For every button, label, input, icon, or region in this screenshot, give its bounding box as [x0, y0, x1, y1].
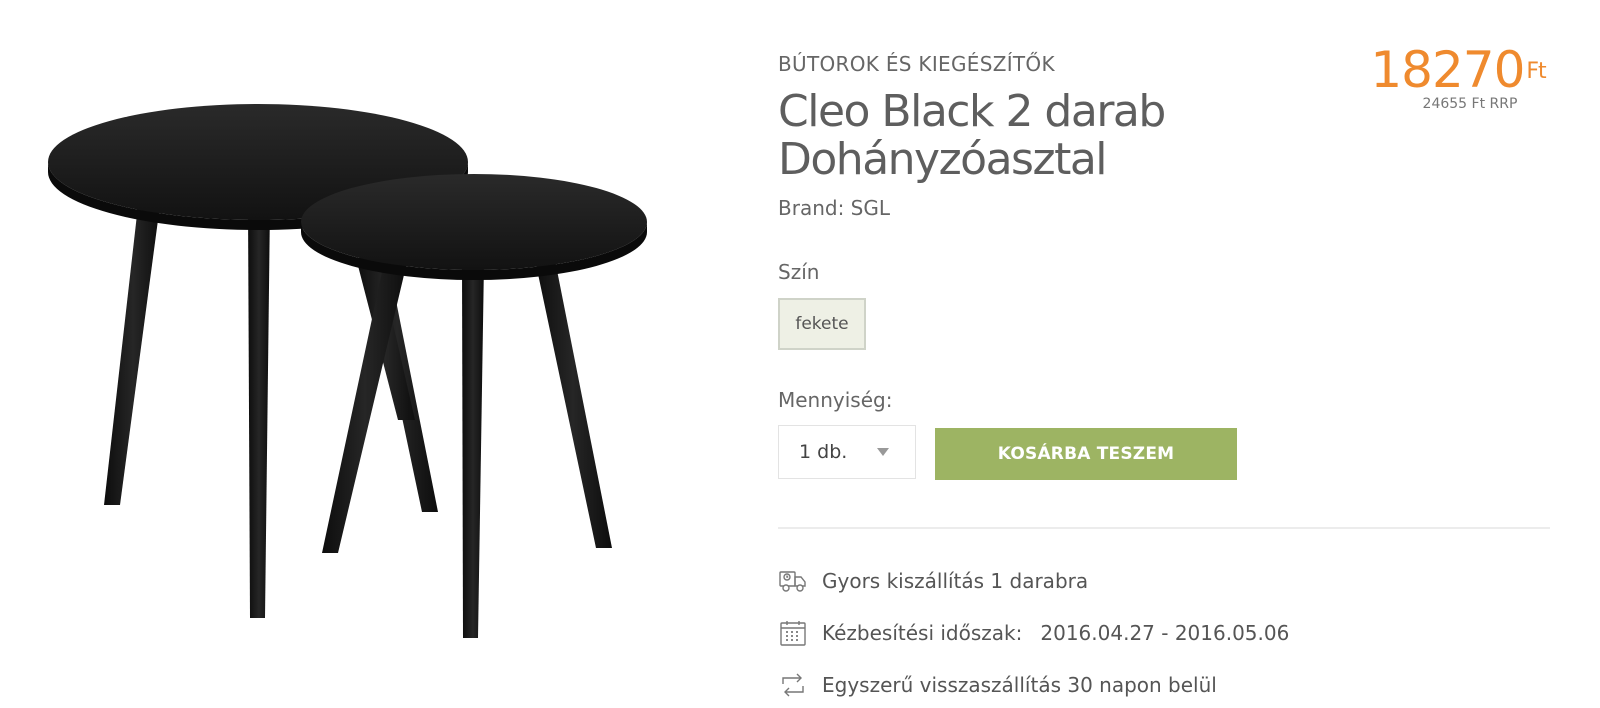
dropdown-arrow-icon: [877, 448, 889, 456]
price-amount: 18270: [1370, 41, 1525, 99]
feature-delivery: Gyors kiszállítás 1 darabra: [778, 566, 1088, 596]
feature-returns: Egyszerű visszaszállítás 30 napon belül: [778, 670, 1217, 700]
feature-delivery-text: Gyors kiszállítás 1 darabra: [822, 569, 1089, 593]
quantity-label: Mennyiség:: [778, 388, 893, 412]
calendar-icon: [778, 618, 808, 648]
price-box: 18270Ft 24655 Ft RRP: [1358, 40, 1558, 112]
color-option-fekete[interactable]: fekete: [778, 298, 866, 350]
brand-label: Brand: SGL: [778, 196, 891, 220]
price: 18270Ft: [1358, 40, 1558, 100]
divider: [778, 527, 1550, 529]
feature-delivery-period: Kézbesítési időszak: 2016.04.27 - 2016.0…: [778, 618, 1289, 648]
product-info: BÚTOROK ÉS KIEGÉSZÍTŐK Cleo Black 2 dara…: [778, 0, 1558, 708]
category-label[interactable]: BÚTOROK ÉS KIEGÉSZÍTŐK: [778, 52, 1055, 76]
add-to-cart-button[interactable]: KOSÁRBA TESZEM: [935, 428, 1237, 480]
return-arrows-icon: [778, 670, 808, 700]
feature-returns-text: Egyszerű visszaszállítás 30 napon belül: [822, 673, 1217, 697]
product-title: Cleo Black 2 darab Dohányzóasztal: [778, 86, 1166, 185]
product-image[interactable]: [0, 0, 700, 708]
quantity-value: 1 db.: [799, 441, 848, 463]
truck-icon: [778, 566, 808, 596]
tables-illustration: [48, 104, 647, 638]
feature-period-range: 2016.04.27 - 2016.05.06: [1040, 621, 1290, 645]
quantity-select[interactable]: 1 db.: [778, 425, 916, 479]
price-currency: Ft: [1526, 59, 1546, 84]
color-label: Szín: [778, 260, 820, 284]
feature-period-label: Kézbesítési időszak:: [822, 621, 1023, 645]
